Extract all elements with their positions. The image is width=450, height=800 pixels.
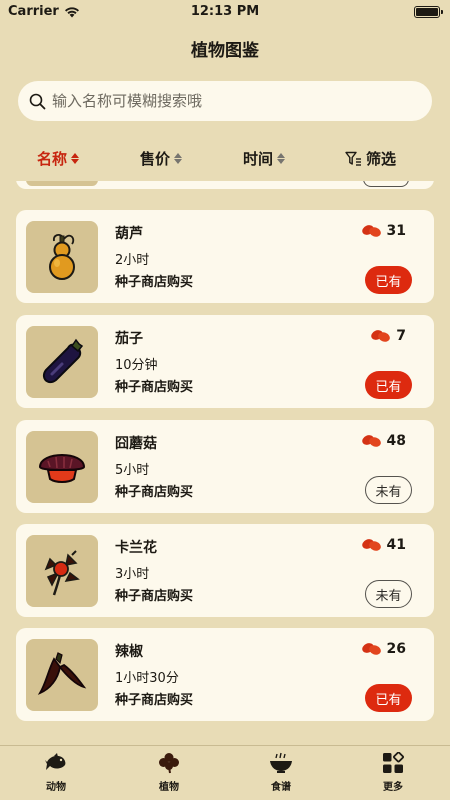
plant-grow-time: 2小时 (115, 253, 150, 268)
owned-status-button[interactable]: 已有 (365, 371, 412, 399)
tab-label: 更多 (383, 782, 403, 793)
owned-status-button[interactable]: 未有 (365, 580, 412, 608)
plant-price: 31 (360, 223, 406, 239)
sort-label: 售价 (140, 150, 171, 168)
bean-icon (361, 539, 381, 551)
page-title: 植物图鉴 (191, 41, 259, 61)
tab-label: 食谱 (271, 782, 291, 793)
plant-source: 种子商店购买 (115, 693, 194, 708)
sort-bar: 名称 售价 时间 筛选 (0, 148, 450, 172)
tab-bar: 动物 植物 食谱 更多 (0, 745, 450, 800)
plant-price: 26 (360, 641, 406, 657)
plant-price: 7 (369, 328, 406, 344)
plant-card[interactable]: 辣椒 1小时30分 种子商店购买 26 已有 (16, 628, 434, 721)
plant-grow-time: 10分钟 (115, 358, 158, 373)
tab-recipes[interactable]: 食谱 (251, 752, 311, 793)
price-value: 48 (386, 433, 406, 449)
filter-label: 筛选 (366, 150, 397, 168)
sort-by-name[interactable]: 名称 (37, 148, 80, 169)
bean-icon (361, 435, 381, 447)
plant-card[interactable]: 卡兰花 3小时 种子商店购买 41 未有 (16, 524, 434, 617)
sort-arrows-icon (71, 153, 80, 164)
battery-icon (414, 6, 443, 18)
plant-price: 41 (360, 537, 406, 553)
plant-card[interactable]: 囧蘑菇 5小时 种子商店购买 48 未有 (16, 420, 434, 513)
pepper-image (26, 639, 98, 711)
plant-image-partial (26, 181, 98, 186)
sort-by-price[interactable]: 售价 (140, 148, 183, 169)
plant-name: 卡兰花 (115, 540, 157, 556)
plant-name: 茄子 (115, 331, 143, 347)
flower-image (26, 535, 98, 607)
price-value: 26 (386, 641, 406, 657)
tab-label: 植物 (159, 782, 179, 793)
sort-arrows-icon (277, 153, 286, 164)
plant-card[interactable]: 茄子 10分钟 种子商店购买 7 已有 (16, 315, 434, 408)
owned-status-button[interactable]: 未有 (365, 476, 412, 504)
clock: 12:13 PM (190, 4, 260, 19)
plant-grow-time: 5小时 (115, 463, 150, 478)
tab-plants[interactable]: 植物 (139, 752, 199, 793)
search-input[interactable] (52, 92, 412, 110)
gourd-image (26, 221, 98, 293)
sort-by-time[interactable]: 时间 (243, 148, 286, 169)
plant-list[interactable]: 葫芦 2小时 种子商店购买 31 已有 茄子 10分钟 种子商店购买 7 已有 … (0, 181, 450, 721)
tab-label: 动物 (46, 782, 66, 793)
tab-more[interactable]: 更多 (363, 752, 423, 793)
price-value: 7 (396, 328, 406, 344)
filter-button[interactable]: 筛选 (345, 148, 396, 169)
sort-label: 名称 (37, 150, 68, 168)
plant-source: 种子商店购买 (115, 380, 194, 395)
tab-animals[interactable]: 动物 (26, 752, 86, 793)
fish-icon (45, 753, 66, 770)
plant-source: 种子商店购买 (115, 275, 194, 290)
bean-icon (371, 330, 391, 342)
plant-grow-time: 3小时 (115, 567, 150, 582)
sort-arrows-icon (174, 153, 183, 164)
plant-card[interactable]: 葫芦 2小时 种子商店购买 31 已有 (16, 210, 434, 303)
filter-icon (345, 151, 361, 166)
mushroom-image (26, 431, 98, 503)
bean-icon (361, 643, 381, 655)
grid-icon (383, 752, 404, 773)
bean-icon (361, 225, 381, 237)
eggplant-image (26, 326, 98, 398)
search-bar[interactable] (18, 81, 432, 121)
owned-status-button-partial[interactable] (363, 181, 409, 187)
plant-source: 种子商店购买 (115, 485, 194, 500)
status-bar: Carrier 12:13 PM (0, 0, 450, 24)
sort-label: 时间 (243, 150, 274, 168)
plant-price: 48 (360, 433, 406, 449)
clover-icon (159, 753, 179, 774)
price-value: 41 (386, 537, 406, 553)
plant-source: 种子商店购买 (115, 589, 194, 604)
owned-status-button[interactable]: 已有 (365, 684, 412, 712)
search-icon (29, 93, 46, 109)
owned-status-button[interactable]: 已有 (365, 266, 412, 294)
plant-grow-time: 1小时30分 (115, 671, 179, 686)
plant-card-partial[interactable] (16, 181, 434, 189)
plant-name: 辣椒 (115, 644, 143, 660)
plant-name: 葫芦 (115, 226, 143, 242)
bowl-icon (270, 752, 292, 773)
price-value: 31 (386, 223, 406, 239)
plant-name: 囧蘑菇 (115, 436, 157, 452)
